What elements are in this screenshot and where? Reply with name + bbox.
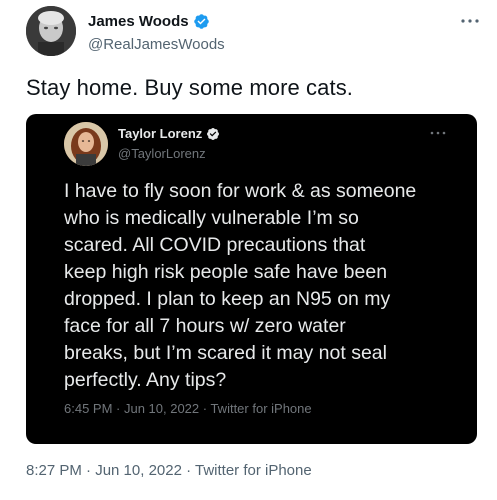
tweet-text: Stay home. Buy some more cats.: [26, 75, 354, 100]
quoted-tweet-timestamp[interactable]: 6:45 PM · Jun 10, 2022 · Twitter for iPh…: [64, 401, 312, 416]
tweet-header: James Woods @RealJamesWoods: [26, 6, 481, 58]
verified-badge-icon: [193, 14, 209, 29]
quoted-author-avatar-image: [64, 122, 108, 166]
quoted-author-name-row: Taylor Lorenz: [118, 126, 220, 141]
quoted-author-handle[interactable]: @TaylorLorenz: [118, 146, 206, 161]
tweet-card: James Woods @RealJamesWoods Stay home. B…: [0, 0, 497, 500]
quoted-text-line: scared. All COVID precautions that: [64, 234, 366, 256]
quoted-tweet[interactable]: Taylor Lorenz @TaylorLorenz I have to fl…: [26, 114, 477, 444]
quoted-author-avatar[interactable]: [64, 122, 108, 166]
quoted-author-name[interactable]: Taylor Lorenz: [118, 126, 202, 141]
quoted-text-line: dropped. I plan to keep an N95 on my: [64, 288, 391, 310]
quoted-more-options-icon[interactable]: [429, 128, 447, 138]
quoted-text-line: breaks, but I’m scared it may not seal: [64, 342, 387, 364]
author-name-row: James Woods: [88, 13, 210, 30]
author-handle[interactable]: @RealJamesWoods: [88, 36, 225, 53]
quoted-text-line: keep high risk people safe have been: [64, 261, 388, 283]
quoted-text-line: who is medically vulnerable I’m so: [64, 207, 359, 229]
quoted-text-line: I have to fly soon for work & as someone: [64, 180, 417, 202]
tweet-timestamp[interactable]: 8:27 PM · Jun 10, 2022 · Twitter for iPh…: [26, 462, 312, 479]
author-avatar[interactable]: [26, 6, 76, 56]
quoted-verified-badge-icon: [207, 127, 220, 140]
author-avatar-image: [26, 6, 76, 56]
author-name[interactable]: James Woods: [88, 13, 189, 30]
quoted-text-line: face for all 7 hours w/ zero water: [64, 315, 346, 337]
quoted-tweet-text: I have to fly soon for work & as someone…: [64, 178, 464, 394]
more-options-icon[interactable]: [459, 14, 481, 28]
quoted-text-line: perfectly. Any tips?: [64, 369, 227, 391]
